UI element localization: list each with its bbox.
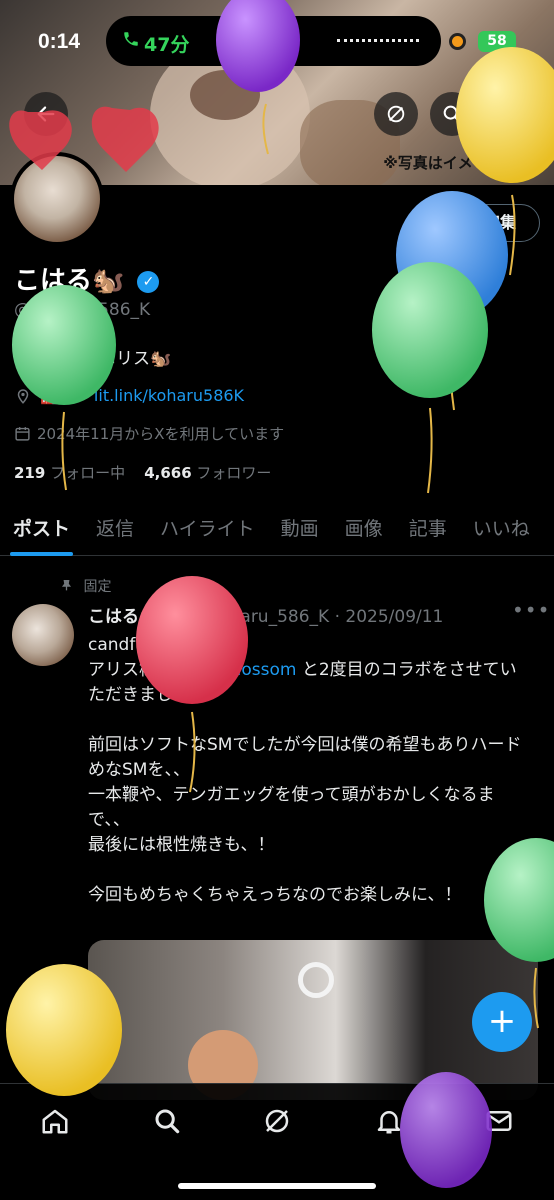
- banner-caption: ※写真はイメージです。: [383, 154, 546, 172]
- grok-nav-icon[interactable]: [260, 1104, 294, 1138]
- back-button[interactable]: [24, 92, 68, 136]
- audio-waveform: [337, 39, 419, 43]
- link-icon: [70, 388, 84, 403]
- call-duration: 47分: [144, 34, 190, 56]
- dynamic-island[interactable]: 47分: [106, 16, 441, 66]
- pinned-label: 固定: [60, 576, 111, 596]
- display-name-text: こはる🐿️: [14, 266, 125, 296]
- battery-indicator: 58: [478, 31, 516, 52]
- tab-likes[interactable]: いいね: [460, 504, 543, 556]
- post-paragraph-2: 前回はソフトなSMでしたが今回は僕の希望もありハードめなSMを、、 一本鞭や、テ…: [88, 735, 522, 855]
- verified-icon[interactable]: ✓: [137, 271, 160, 293]
- profile-bio: エッチなミニリス🐿️: [14, 349, 172, 369]
- mic-indicator-icon: [452, 36, 463, 47]
- explore-icon[interactable]: [150, 1104, 184, 1138]
- post-avatar[interactable]: [12, 604, 74, 666]
- messages-icon[interactable]: [482, 1104, 516, 1138]
- compose-button[interactable]: +: [472, 992, 532, 1052]
- post-line: candfans更新 UP!: [88, 631, 528, 658]
- grok-icon: [387, 105, 405, 123]
- share-button[interactable]: [486, 92, 530, 136]
- post-text[interactable]: candfans更新 UP! アリス様@a_sm_blossom と2度目のコラボ…: [88, 631, 528, 908]
- following-count: 219: [14, 464, 46, 482]
- post-line: [88, 708, 528, 733]
- home-icon[interactable]: [38, 1104, 72, 1138]
- up-badge: UP!: [199, 631, 221, 658]
- post-line: アリス様@a_sm_blossom と2度目のコラボをさせていただきました！: [88, 658, 528, 708]
- join-date: 2024年11月からXを利用しています: [14, 423, 284, 444]
- post-line-2-prefix: アリス様: [88, 660, 156, 680]
- balloon-string: [449, 329, 455, 411]
- status-bar: 0:14 47分 58: [0, 0, 554, 82]
- balloon-string: [427, 407, 433, 494]
- location-text: 🏭: [40, 386, 60, 405]
- post-paragraph-3: 今回もめちゃくちゃえっちなのでお楽しみに、！: [88, 885, 462, 905]
- verified-icon: ✓: [169, 608, 188, 626]
- followers-link[interactable]: 4,666 フォロワー: [144, 464, 271, 482]
- profile-avatar[interactable]: [10, 152, 104, 246]
- following-label: フォロー中: [50, 464, 126, 482]
- profile-tabs: ポスト 返信 ハイライト 動画 画像 記事 いいね: [0, 504, 554, 556]
- pin-icon: [61, 579, 72, 591]
- home-indicator: [178, 1183, 376, 1189]
- tab-highlights[interactable]: ハイライト: [147, 504, 268, 556]
- tab-posts[interactable]: ポスト: [0, 504, 83, 556]
- profile-link[interactable]: lit.link/koharu586K: [94, 386, 244, 405]
- compose-icon: +: [487, 1001, 517, 1041]
- post-header: こはる🐿️ ✓ @koharu_586_K · 2025/09/11: [88, 602, 443, 627]
- search-button[interactable]: [430, 92, 474, 136]
- grok-button[interactable]: [374, 92, 418, 136]
- notifications-icon[interactable]: [372, 1104, 406, 1138]
- follow-stats: 219 フォロー中 4,666 フォロワー: [14, 462, 271, 483]
- pinned-text: 固定: [83, 579, 112, 595]
- post-media[interactable]: [88, 940, 538, 1100]
- followers-label: フォロワー: [196, 464, 272, 482]
- display-name: こはる🐿️ ✓: [14, 260, 160, 297]
- profile-handle: @koharu_586_K: [14, 300, 151, 320]
- phone-icon: [122, 29, 140, 51]
- followers-count: 4,666: [144, 464, 192, 482]
- tab-articles[interactable]: 記事: [396, 504, 460, 556]
- tab-videos[interactable]: 動画: [268, 504, 332, 556]
- tab-replies[interactable]: 返信: [83, 504, 147, 556]
- status-time: 0:14: [38, 30, 81, 53]
- location-icon: [17, 388, 29, 404]
- post-line: [88, 858, 528, 883]
- calendar-icon: [15, 427, 30, 441]
- back-arrow-icon: [37, 106, 55, 122]
- more-icon[interactable]: •••: [512, 598, 550, 622]
- edit-profile-button[interactable]: 編集: [460, 204, 540, 242]
- post-handle-date: @koharu_586_K · 2025/09/11: [192, 607, 444, 627]
- balloon-green: [372, 262, 488, 398]
- following-link[interactable]: 219 フォロー中: [14, 464, 125, 482]
- share-icon: [500, 104, 516, 123]
- profile-meta: 🏭 lit.link/koharu586K: [14, 386, 244, 405]
- post-line-1: candfans更新: [88, 635, 200, 655]
- join-date-text: 2024年11月からXを利用しています: [37, 425, 285, 443]
- tab-images[interactable]: 画像: [332, 504, 396, 556]
- search-icon: [443, 105, 461, 123]
- post-author[interactable]: こはる🐿️: [88, 607, 160, 627]
- ring-light: [298, 962, 334, 998]
- mention-link[interactable]: @a_sm_blossom: [156, 660, 296, 680]
